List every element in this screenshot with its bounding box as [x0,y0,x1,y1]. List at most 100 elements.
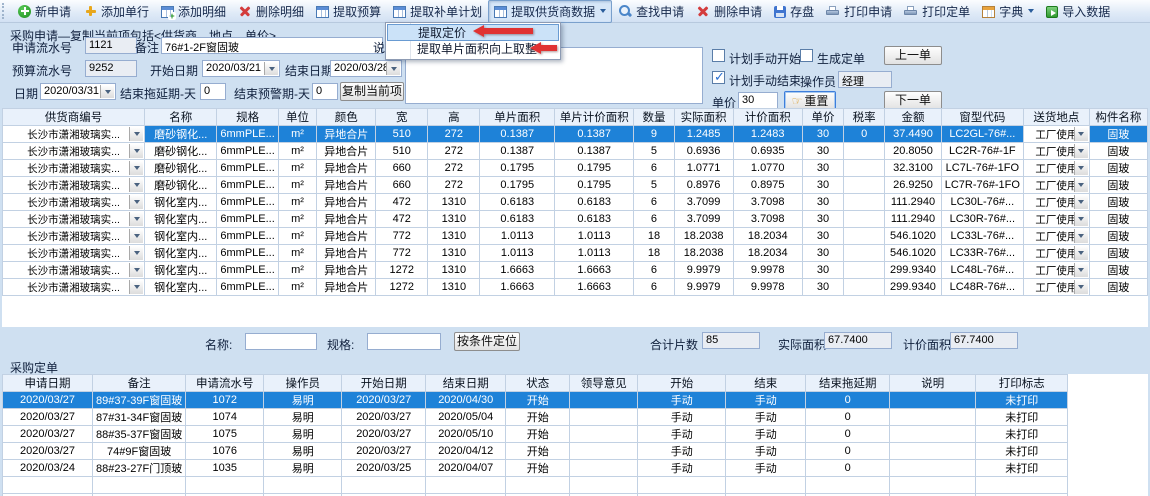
cell[interactable]: 0.6936 [674,143,733,160]
cell[interactable]: 2020/03/27 [3,426,93,443]
cell[interactable]: 固玻 [1089,194,1147,211]
cell[interactable] [570,392,638,409]
print-order-button[interactable]: 打印定单 [898,0,976,23]
cell[interactable]: 272 [428,177,480,194]
cell[interactable]: 88#35-37F窗固玻 [93,426,186,443]
import-data-button[interactable]: 导入数据 [1040,0,1116,23]
cell[interactable]: 0.8976 [674,177,733,194]
cell[interactable]: 546.1020 [885,245,941,262]
cell[interactable]: 未打印 [976,392,1068,409]
name-filter-input[interactable] [245,333,317,350]
delivery-location-combo[interactable]: 工厂使用 [1023,245,1089,262]
cell[interactable]: LC30R-76#... [941,211,1023,228]
cell[interactable]: 异地合片 [317,228,376,245]
chevron-down-icon[interactable] [1074,178,1088,192]
cell[interactable]: 1310 [428,194,480,211]
chevron-down-icon[interactable] [1074,144,1088,158]
cell[interactable]: 6mmPLE... [217,211,278,228]
extract-budget-button[interactable]: 提取预算 [310,0,387,23]
chevron-down-icon[interactable] [129,263,143,277]
copy-current-button[interactable]: 复制当前项 [340,82,404,101]
cell[interactable]: 272 [428,126,480,143]
cell[interactable] [186,477,264,494]
cell[interactable]: 钢化室内... [145,194,217,211]
cell[interactable]: 18 [634,245,674,262]
chevron-down-icon[interactable] [129,161,143,175]
cell[interactable]: 异地合片 [317,245,376,262]
cell[interactable]: 磨砂钢化... [145,160,217,177]
cell[interactable]: 2020/03/27 [342,426,426,443]
cell[interactable]: 6mmPLE... [217,143,278,160]
cell[interactable] [890,443,976,460]
cell[interactable]: LC33R-76#... [941,245,1023,262]
cell[interactable]: 磨砂钢化... [145,143,217,160]
cell[interactable] [844,211,885,228]
cell[interactable]: LC7L-76#-1FO [941,160,1023,177]
cell[interactable]: 固玻 [1089,211,1147,228]
print-request-button[interactable]: 打印申请 [820,0,898,23]
cell[interactable]: 30 [802,245,843,262]
cell[interactable]: 手动 [638,443,726,460]
chevron-down-icon[interactable] [129,127,143,141]
cell[interactable]: 9.9978 [733,279,802,296]
cell[interactable]: 1072 [186,392,264,409]
cell[interactable] [844,245,885,262]
cell[interactable]: 20.8050 [885,143,941,160]
cell[interactable]: 未打印 [976,443,1068,460]
cell[interactable]: 6mmPLE... [217,194,278,211]
delivery-location-combo[interactable]: 工厂使用 [1023,228,1089,245]
cell[interactable]: 6 [634,194,674,211]
cell[interactable]: 手动 [638,392,726,409]
cell[interactable] [890,426,976,443]
cell[interactable]: 30 [802,228,843,245]
cell[interactable]: 开始 [506,392,570,409]
cell[interactable]: 1310 [428,211,480,228]
new-request-button[interactable]: 新申请 [12,0,77,23]
cell[interactable]: 2020/03/27 [342,392,426,409]
cell[interactable]: 1272 [376,279,428,296]
delivery-location-combo[interactable]: 工厂使用 [1023,177,1089,194]
cell[interactable]: 1.0113 [480,245,555,262]
cell[interactable]: 0.1387 [555,143,634,160]
cell[interactable]: 1075 [186,426,264,443]
cell[interactable]: 易明 [264,443,342,460]
cell[interactable]: 0.6183 [555,194,634,211]
cell[interactable] [890,460,976,477]
supplier-combo[interactable]: 长沙市潇湘玻璃实... [3,245,145,262]
cell[interactable]: 1.6663 [480,262,555,279]
table-row[interactable]: 长沙市潇湘玻璃实...钢化室内...6mmPLE...m²异地合片1272131… [3,279,1148,296]
cell[interactable]: 手动 [726,460,806,477]
cell[interactable]: 磨砂钢化... [145,126,217,143]
chevron-down-icon[interactable] [100,85,114,98]
cell[interactable]: 3.7098 [733,211,802,228]
cell[interactable]: 固玻 [1089,279,1147,296]
chevron-down-icon[interactable] [264,62,278,75]
table-row[interactable]: 长沙市潇湘玻璃实...磨砂钢化...6mmPLE...m²异地合片6602720… [3,160,1148,177]
supplier-combo[interactable]: 长沙市潇湘玻璃实... [3,126,145,143]
cell[interactable] [93,477,186,494]
cell[interactable] [844,177,885,194]
table-row[interactable]: 长沙市潇湘玻璃实...钢化室内...6mmPLE...m²异地合片4721310… [3,194,1148,211]
cell[interactable]: LC48L-76#... [941,262,1023,279]
cell[interactable]: 钢化室内... [145,262,217,279]
chevron-down-icon[interactable] [1074,263,1088,277]
cell[interactable]: 111.2940 [885,194,941,211]
cell[interactable]: 1.6663 [555,279,634,296]
delivery-location-combo[interactable]: 工厂使用 [1023,143,1089,160]
cell[interactable]: 9 [634,126,674,143]
cell[interactable]: 1310 [428,245,480,262]
chevron-down-icon[interactable] [1074,246,1088,260]
extract-supplier-data-button[interactable]: 提取供货商数据 [488,0,612,23]
cell[interactable]: 2020/03/25 [342,460,426,477]
cell[interactable]: 易明 [264,426,342,443]
supplier-combo[interactable]: 长沙市潇湘玻璃实... [3,262,145,279]
cell[interactable]: 6mmPLE... [217,177,278,194]
cell[interactable]: 18.2034 [733,245,802,262]
cell[interactable]: 30 [802,177,843,194]
dictionary-button[interactable]: 字典 [976,0,1040,23]
cell[interactable]: 0 [844,126,885,143]
cell[interactable] [3,477,93,494]
cell[interactable]: 1.6663 [480,279,555,296]
cell[interactable]: m² [278,211,317,228]
cell[interactable]: 30 [802,194,843,211]
